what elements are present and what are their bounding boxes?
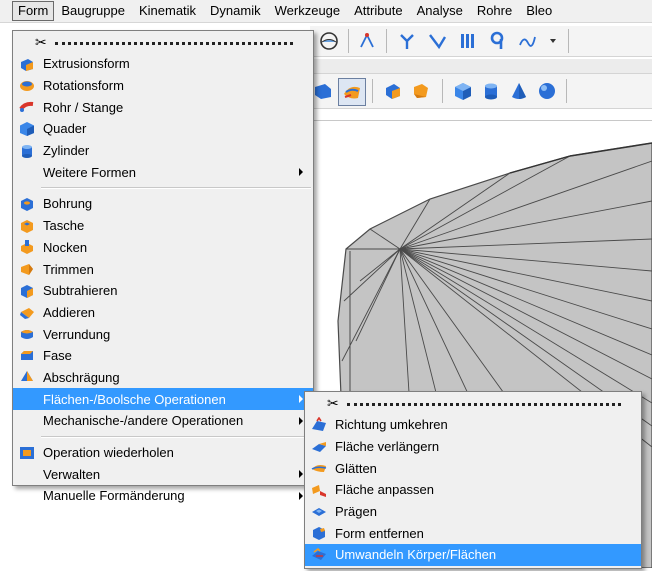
- menu-bleo[interactable]: Bleo: [519, 2, 559, 20]
- menu-dynamik[interactable]: Dynamik: [203, 2, 268, 20]
- shape-cube-icon[interactable]: [450, 78, 476, 104]
- shape-sphere-icon[interactable]: [534, 78, 560, 104]
- menu-item-trimmen[interactable]: Trimmen: [13, 258, 313, 280]
- toolbar-strip: [310, 59, 652, 74]
- smooth-icon: [311, 460, 327, 476]
- emboss-icon: [311, 504, 327, 520]
- submenu-item-form-entfernen[interactable]: Form entfernen: [305, 522, 641, 544]
- shape-orange-box-icon[interactable]: [408, 78, 434, 104]
- menu-item-fase[interactable]: Fase: [13, 345, 313, 367]
- menu-item-abschraegung[interactable]: Abschrägung: [13, 367, 313, 389]
- toolbar-separator: [568, 29, 569, 53]
- menu-attribute[interactable]: Attribute: [347, 2, 409, 20]
- menu-rohre[interactable]: Rohre: [470, 2, 519, 20]
- menu-item-subtrahieren[interactable]: Subtrahieren: [13, 280, 313, 302]
- view-orient-icon[interactable]: [316, 28, 342, 54]
- submenu-item-praegen[interactable]: Prägen: [305, 501, 641, 523]
- shape-extrude-icon[interactable]: [380, 78, 406, 104]
- submenu-arrow-icon: [299, 416, 303, 425]
- tear-off-handle[interactable]: ✂: [13, 31, 313, 53]
- cam-icon: [19, 239, 35, 255]
- kinematic-joint-icon[interactable]: [394, 28, 420, 54]
- form-menu: ✂ Extrusionsform Rotationsform Rohr / St…: [12, 30, 314, 503]
- toolbar-top: [310, 26, 652, 57]
- menu-item-bohrung[interactable]: Bohrung: [13, 193, 313, 215]
- rotation-icon: [19, 78, 35, 94]
- menu-item-flaechen-boolsche-operationen[interactable]: Flächen-/Boolsche Operationen: [13, 388, 313, 410]
- dropdown-arrow-icon[interactable]: [540, 28, 566, 54]
- menu-item-extrusionsform[interactable]: Extrusionsform: [13, 53, 313, 75]
- toolbar-separator: [348, 29, 349, 53]
- surface-operations-submenu: ✂ Richtung umkehren Fläche verlängern Gl…: [304, 391, 642, 569]
- menu-item-weitere-formen[interactable]: Weitere Formen: [13, 161, 313, 183]
- submenu-item-flaeche-anpassen[interactable]: Fläche anpassen: [305, 479, 641, 501]
- menu-item-addieren[interactable]: Addieren: [13, 302, 313, 324]
- hole-icon: [19, 196, 35, 212]
- submenu-item-umwandeln-koerper-flaechen[interactable]: Umwandeln Körper/Flächen: [305, 544, 641, 566]
- menu-werkzeuge[interactable]: Werkzeuge: [268, 2, 348, 20]
- scissors-icon: ✂: [327, 394, 339, 411]
- menu-item-verrundung[interactable]: Verrundung: [13, 323, 313, 345]
- pipe-icon: [19, 99, 35, 115]
- toolbar-shapes: [310, 74, 652, 109]
- trim-icon: [19, 261, 35, 277]
- tear-off-handle[interactable]: ✂: [305, 392, 641, 414]
- submenu-arrow-icon: [299, 470, 303, 479]
- tear-off-dots: [347, 402, 621, 406]
- fillet-icon: [19, 326, 35, 342]
- menu-item-quader[interactable]: Quader: [13, 118, 313, 140]
- menu-item-manuelle-formaenderung[interactable]: Manuelle Formänderung: [13, 485, 313, 507]
- toolbar-separator: [386, 29, 387, 53]
- box-icon: [19, 121, 35, 137]
- submenu-arrow-icon: [299, 168, 303, 177]
- shape-surface-icon[interactable]: [338, 78, 366, 106]
- hook-icon[interactable]: [484, 28, 510, 54]
- toolbar-separator: [372, 79, 373, 103]
- toolbar-separator: [566, 79, 567, 103]
- pocket-icon: [19, 218, 35, 234]
- menu-item-zylinder[interactable]: Zylinder: [13, 140, 313, 162]
- submenu-arrow-icon: [299, 395, 303, 404]
- submenu-item-glaetten[interactable]: Glätten: [305, 457, 641, 479]
- subtract-icon: [19, 283, 35, 299]
- bevel-icon: [19, 369, 35, 385]
- menu-item-nocken[interactable]: Nocken: [13, 237, 313, 259]
- adjust-surface-icon: [311, 482, 327, 498]
- shape-cylinder-icon[interactable]: [478, 78, 504, 104]
- menu-baugruppe[interactable]: Baugruppe: [54, 2, 132, 20]
- menu-item-operation-wiederholen[interactable]: Operation wiederholen: [13, 442, 313, 464]
- menu-item-mechanische-andere-operationen[interactable]: Mechanische-/andere Operationen: [13, 410, 313, 432]
- extrusion-icon: [19, 56, 35, 72]
- measure-icon[interactable]: [354, 28, 380, 54]
- remove-shape-icon: [311, 525, 327, 541]
- menu-item-verwalten[interactable]: Verwalten: [13, 463, 313, 485]
- chamfer-icon: [19, 348, 35, 364]
- add-icon: [19, 304, 35, 320]
- menu-item-rotationsform[interactable]: Rotationsform: [13, 75, 313, 97]
- cylinder-icon: [19, 143, 35, 159]
- menu-analyse[interactable]: Analyse: [410, 2, 470, 20]
- spring-icon[interactable]: [454, 28, 480, 54]
- menu-form[interactable]: Form: [12, 1, 55, 21]
- reverse-direction-icon: [311, 416, 327, 433]
- menu-item-rohr-stange[interactable]: Rohr / Stange: [13, 96, 313, 118]
- submenu-arrow-icon: [299, 491, 303, 500]
- repeat-icon: [19, 445, 35, 461]
- menu-separator: [41, 187, 311, 190]
- menu-item-tasche[interactable]: Tasche: [13, 215, 313, 237]
- extend-surface-icon: [311, 439, 327, 455]
- kinematic-link-icon[interactable]: [424, 28, 450, 54]
- submenu-item-flaeche-verlaengern[interactable]: Fläche verlängern: [305, 436, 641, 458]
- menu-bar: Form Baugruppe Kinematik Dynamik Werkzeu…: [0, 0, 652, 23]
- scissors-icon: ✂: [35, 33, 47, 50]
- menu-separator: [41, 435, 311, 438]
- menu-kinematik[interactable]: Kinematik: [132, 2, 203, 20]
- sketch-icon[interactable]: [514, 28, 540, 54]
- convert-body-icon: [311, 547, 327, 563]
- submenu-item-richtung-umkehren[interactable]: Richtung umkehren: [305, 414, 641, 436]
- tear-off-dots: [55, 41, 293, 45]
- toolbar-separator: [442, 79, 443, 103]
- shape-cone-icon[interactable]: [506, 78, 532, 104]
